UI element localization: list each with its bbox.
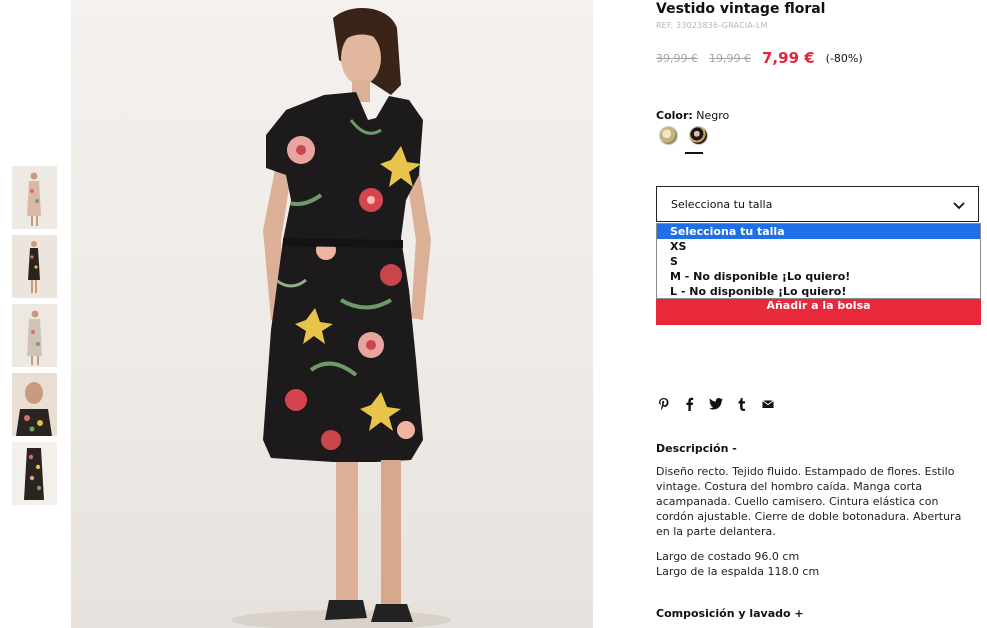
product-ref: REF. 33023836-GRACIA-LM [656, 21, 768, 30]
size-option-l[interactable]: L - No disponible ¡Lo quiero! [657, 284, 980, 299]
thumbnail-3[interactable] [12, 304, 57, 367]
chevron-down-icon [953, 202, 965, 210]
color-swatches [659, 126, 708, 145]
measurement-back-length: Largo de la espalda 118.0 cm [656, 565, 820, 578]
thumbnail-5[interactable] [12, 442, 57, 505]
original-price: 39,99 € [656, 51, 698, 65]
current-price: 7,99 € [762, 49, 815, 67]
swatch-beige-floral[interactable] [659, 126, 678, 145]
add-to-bag-button[interactable]: Añadir a la bolsa [656, 299, 981, 325]
size-option-m[interactable]: M - No disponible ¡Lo quiero! [657, 269, 980, 284]
mail-icon[interactable] [760, 396, 775, 412]
price-row: 39,99 € 19,99 € 7,99 € (-80%) [656, 48, 863, 68]
share-icons [656, 396, 775, 412]
selected-swatch-indicator [685, 152, 703, 154]
twitter-icon[interactable] [708, 396, 723, 412]
color-value: Negro [696, 109, 730, 122]
swatch-negro-floral[interactable] [689, 126, 708, 145]
facebook-icon[interactable] [682, 396, 697, 412]
description-text: Diseño recto. Tejido fluido. Estampado d… [656, 465, 962, 538]
composition-heading[interactable]: Composición y lavado + [656, 607, 804, 620]
size-option-placeholder[interactable]: Selecciona tu talla [657, 224, 980, 239]
product-title: Vestido vintage floral [656, 1, 826, 17]
size-dropdown-list: Selecciona tu talla XS S M - No disponib… [656, 223, 981, 299]
tumblr-icon[interactable] [734, 396, 749, 412]
size-select-value: Selecciona tu talla [671, 198, 773, 211]
size-select[interactable]: Selecciona tu talla [656, 186, 979, 222]
measurements: Largo de costado 96.0 cm Largo de la esp… [656, 549, 819, 579]
thumbnail-1[interactable] [12, 166, 57, 229]
size-option-xs[interactable]: XS [657, 239, 980, 254]
color-label-key: Color: [656, 109, 693, 122]
color-label: Color: Negro [656, 109, 729, 122]
thumbnail-list [12, 166, 57, 511]
previous-price: 19,99 € [709, 51, 751, 65]
description-heading[interactable]: Descripción - [656, 442, 737, 455]
product-main-image [71, 0, 593, 628]
measurement-side-length: Largo de costado 96.0 cm [656, 550, 800, 563]
thumbnail-2[interactable] [12, 235, 57, 298]
pinterest-icon[interactable] [656, 396, 671, 412]
thumbnail-4[interactable] [12, 373, 57, 436]
size-option-s[interactable]: S [657, 254, 980, 269]
discount-badge: (-80%) [825, 51, 863, 65]
